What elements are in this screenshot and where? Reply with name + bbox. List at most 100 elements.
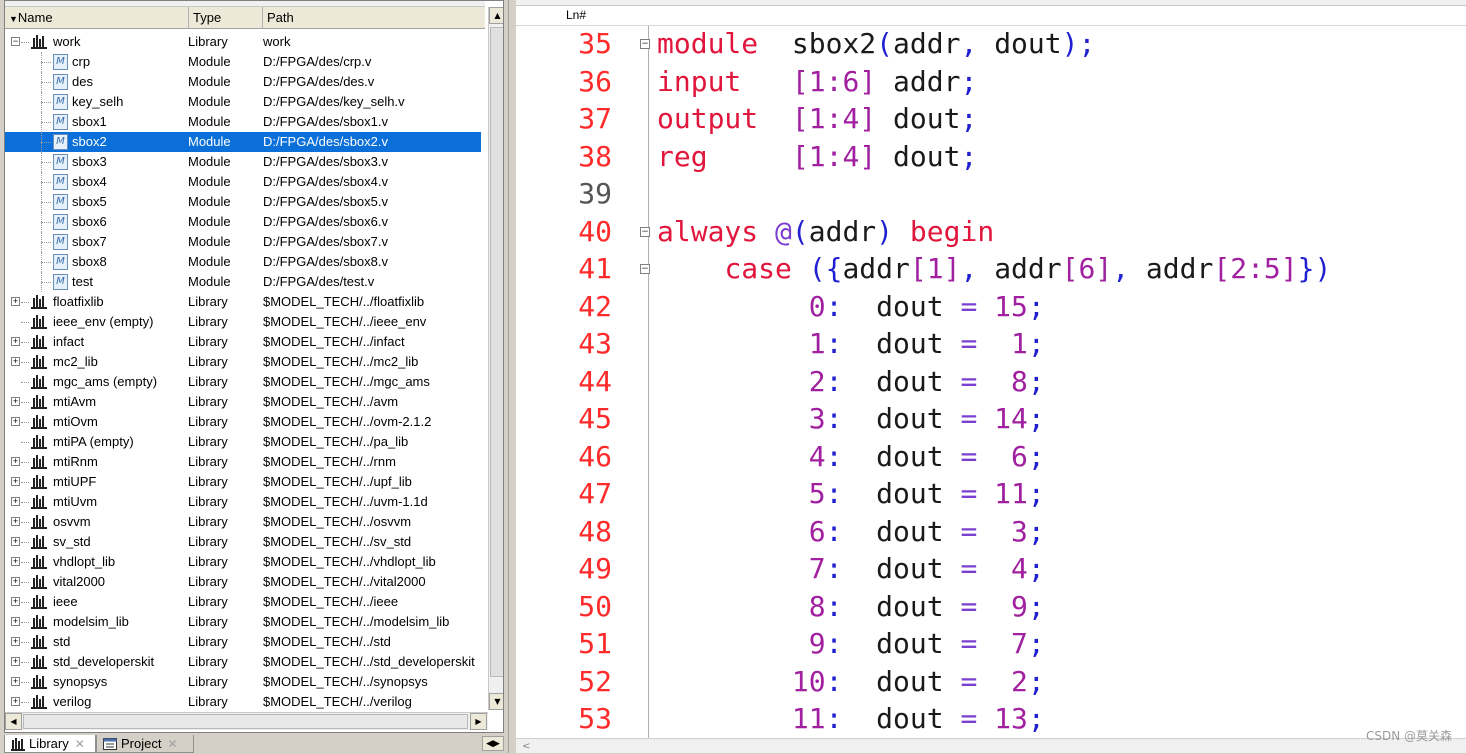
table-row[interactable]: Mkey_selh Module D:/FPGA/des/key_selh.v [5, 92, 481, 112]
tree-connector [21, 342, 29, 343]
horizontal-scroll-thumb[interactable] [23, 714, 468, 729]
table-row[interactable]: Mcrp Module D:/FPGA/des/crp.v [5, 52, 481, 72]
expand-icon[interactable]: + [11, 517, 20, 526]
table-row[interactable]: Msbox1 Module D:/FPGA/des/sbox1.v [5, 112, 481, 132]
scroll-right-icon[interactable]: ▶ [470, 713, 487, 730]
expand-icon[interactable]: + [11, 577, 20, 586]
close-tab-icon[interactable]: ✕ [75, 737, 85, 751]
table-row[interactable]: + mtiUvm Library $MODEL_TECH/../uvm-1.1d [5, 492, 481, 512]
table-row[interactable]: ieee_env (empty) Library $MODEL_TECH/../ie… [5, 312, 481, 332]
code-line[interactable]: 0: dout = 15; [657, 289, 1045, 325]
table-row[interactable]: + ieee Library $MODEL_TECH/../ieee [5, 592, 481, 612]
column-name-header[interactable]: ▼Name [5, 7, 189, 29]
tab-scroll-arrows-icon[interactable]: ◀▶ [482, 736, 504, 751]
close-tab-icon[interactable]: ✕ [167, 737, 177, 751]
table-row[interactable]: + verilog Library $MODEL_TECH/../verilog [5, 692, 481, 712]
source-editor[interactable]: Ln# 35 36 37 38 39 40 41 42 43 44 45 46 47 48 49 50 51 52… [516, 0, 1466, 753]
row-path: $MODEL_TECH/../mgc_ams [263, 374, 430, 389]
table-row[interactable]: Msbox8 Module D:/FPGA/des/sbox8.v [5, 252, 481, 272]
table-row[interactable]: + std Library $MODEL_TECH/../std [5, 632, 481, 652]
vertical-scrollbar[interactable]: ▲ ▼ [488, 7, 503, 710]
code-line[interactable]: module sbox2(addr, dout); [657, 26, 1095, 62]
table-row[interactable]: + floatfixlib Library $MODEL_TECH/../floatf… [5, 292, 481, 312]
row-name: std [53, 634, 71, 649]
expand-icon[interactable]: + [11, 417, 20, 426]
code-line[interactable]: 8: dout = 9; [657, 589, 1045, 625]
expand-icon[interactable]: + [11, 637, 20, 646]
table-row[interactable]: + mtiAvm Library $MODEL_TECH/../avm [5, 392, 481, 412]
expand-icon[interactable]: + [11, 337, 20, 346]
column-path-header[interactable]: Path [263, 7, 485, 29]
table-row[interactable]: + mtiRnm Library $MODEL_TECH/../rnm [5, 452, 481, 472]
code-line[interactable]: output [1:4] dout; [657, 101, 977, 137]
tab-project[interactable]: Project ✕ [96, 735, 194, 753]
editor-horizontal-scrollbar[interactable]: < [516, 738, 1466, 753]
table-row[interactable]: Mtest Module D:/FPGA/des/test.v [5, 272, 481, 292]
code-line[interactable]: case ({addr[1], addr[6], addr[2:5]}) [657, 251, 1331, 287]
horizontal-scrollbar[interactable]: ◀ ▶ [5, 712, 488, 730]
scroll-left-icon[interactable]: ◀ [5, 713, 22, 730]
vertical-scroll-thumb[interactable] [490, 27, 503, 677]
column-type-header[interactable]: Type [189, 7, 263, 29]
code-line[interactable]: 7: dout = 4; [657, 551, 1045, 587]
table-row[interactable]: + synopsys Library $MODEL_TECH/../synopsys [5, 672, 481, 692]
code-line[interactable]: 1: dout = 1; [657, 326, 1045, 362]
table-row[interactable]: + osvvm Library $MODEL_TECH/../osvvm [5, 512, 481, 532]
table-row[interactable]: Msbox2 Module D:/FPGA/des/sbox2.v [5, 132, 481, 152]
expand-icon[interactable]: + [11, 677, 20, 686]
expand-icon[interactable]: + [11, 457, 20, 466]
code-line[interactable]: 9: dout = 7; [657, 626, 1045, 662]
table-row[interactable]: mgc_ams (empty) Library $MODEL_TECH/../mgc… [5, 372, 481, 392]
table-row[interactable]: Msbox3 Module D:/FPGA/des/sbox3.v [5, 152, 481, 172]
table-row[interactable]: Msbox6 Module D:/FPGA/des/sbox6.v [5, 212, 481, 232]
code-line[interactable]: 11: dout = 13; [657, 701, 1045, 737]
module-icon: M [53, 54, 68, 70]
code-line[interactable]: 5: dout = 11; [657, 476, 1045, 512]
code-line[interactable]: 10: dout = 2; [657, 664, 1045, 700]
table-row[interactable]: + infact Library $MODEL_TECH/../infact [5, 332, 481, 352]
panel-splitter[interactable] [508, 0, 516, 753]
expand-icon[interactable]: + [11, 477, 20, 486]
expand-icon[interactable]: + [11, 697, 20, 706]
scroll-down-icon[interactable]: ▼ [489, 693, 503, 710]
tree-connector [21, 442, 29, 443]
code-line[interactable]: 4: dout = 6; [657, 439, 1045, 475]
table-row[interactable]: mtiPA (empty) Library $MODEL_TECH/../pa_li… [5, 432, 481, 452]
table-row[interactable]: + std_developerskit Library $MODEL_TECH/../… [5, 652, 481, 672]
table-row[interactable]: Msbox7 Module D:/FPGA/des/sbox7.v [5, 232, 481, 252]
table-row[interactable]: + mtiUPF Library $MODEL_TECH/../upf_lib [5, 472, 481, 492]
table-row[interactable]: Msbox5 Module D:/FPGA/des/sbox5.v [5, 192, 481, 212]
code-line[interactable]: 3: dout = 14; [657, 401, 1045, 437]
expand-icon[interactable]: + [11, 597, 20, 606]
table-row[interactable]: − work Library work [5, 32, 481, 52]
fold-toggle-icon[interactable]: − [640, 226, 650, 237]
expand-icon[interactable]: + [11, 537, 20, 546]
table-row[interactable]: Mdes Module D:/FPGA/des/des.v [5, 72, 481, 92]
expand-icon[interactable]: + [11, 497, 20, 506]
expand-icon[interactable]: + [11, 657, 20, 666]
scroll-up-icon[interactable]: ▲ [489, 7, 503, 24]
table-row[interactable]: + mc2_lib Library $MODEL_TECH/../mc2_lib [5, 352, 481, 372]
code-token: ; [960, 139, 978, 173]
code-line[interactable]: reg [1:4] dout; [657, 139, 977, 175]
tab-library[interactable]: Library ✕ [4, 735, 96, 753]
table-row[interactable]: + sv_std Library $MODEL_TECH/../sv_std [5, 532, 481, 552]
code-line[interactable]: input [1:6] addr; [657, 64, 977, 100]
fold-toggle-icon[interactable]: − [640, 264, 650, 274]
fold-toggle-icon[interactable]: − [640, 39, 650, 49]
expand-icon[interactable]: + [11, 397, 20, 406]
expand-icon[interactable]: + [11, 357, 20, 366]
table-row[interactable]: + modelsim_lib Library $MODEL_TECH/../model… [5, 612, 481, 632]
expand-icon[interactable]: + [11, 557, 20, 566]
collapse-icon[interactable]: − [11, 37, 20, 46]
table-row[interactable]: Msbox4 Module D:/FPGA/des/sbox4.v [5, 172, 481, 192]
table-row[interactable]: + vhdlopt_lib Library $MODEL_TECH/../vhdlop… [5, 552, 481, 572]
code-line[interactable]: 6: dout = 3; [657, 514, 1045, 550]
expand-icon[interactable]: + [11, 617, 20, 626]
table-row[interactable]: + mtiOvm Library $MODEL_TECH/../ovm-2.1.2 [5, 412, 481, 432]
table-row[interactable]: + vital2000 Library $MODEL_TECH/../vital200… [5, 572, 481, 592]
scroll-left-icon[interactable]: < [522, 739, 530, 754]
code-line[interactable]: 2: dout = 8; [657, 364, 1045, 400]
expand-icon[interactable]: + [11, 297, 20, 306]
code-line[interactable]: always @(addr) begin [657, 214, 994, 250]
